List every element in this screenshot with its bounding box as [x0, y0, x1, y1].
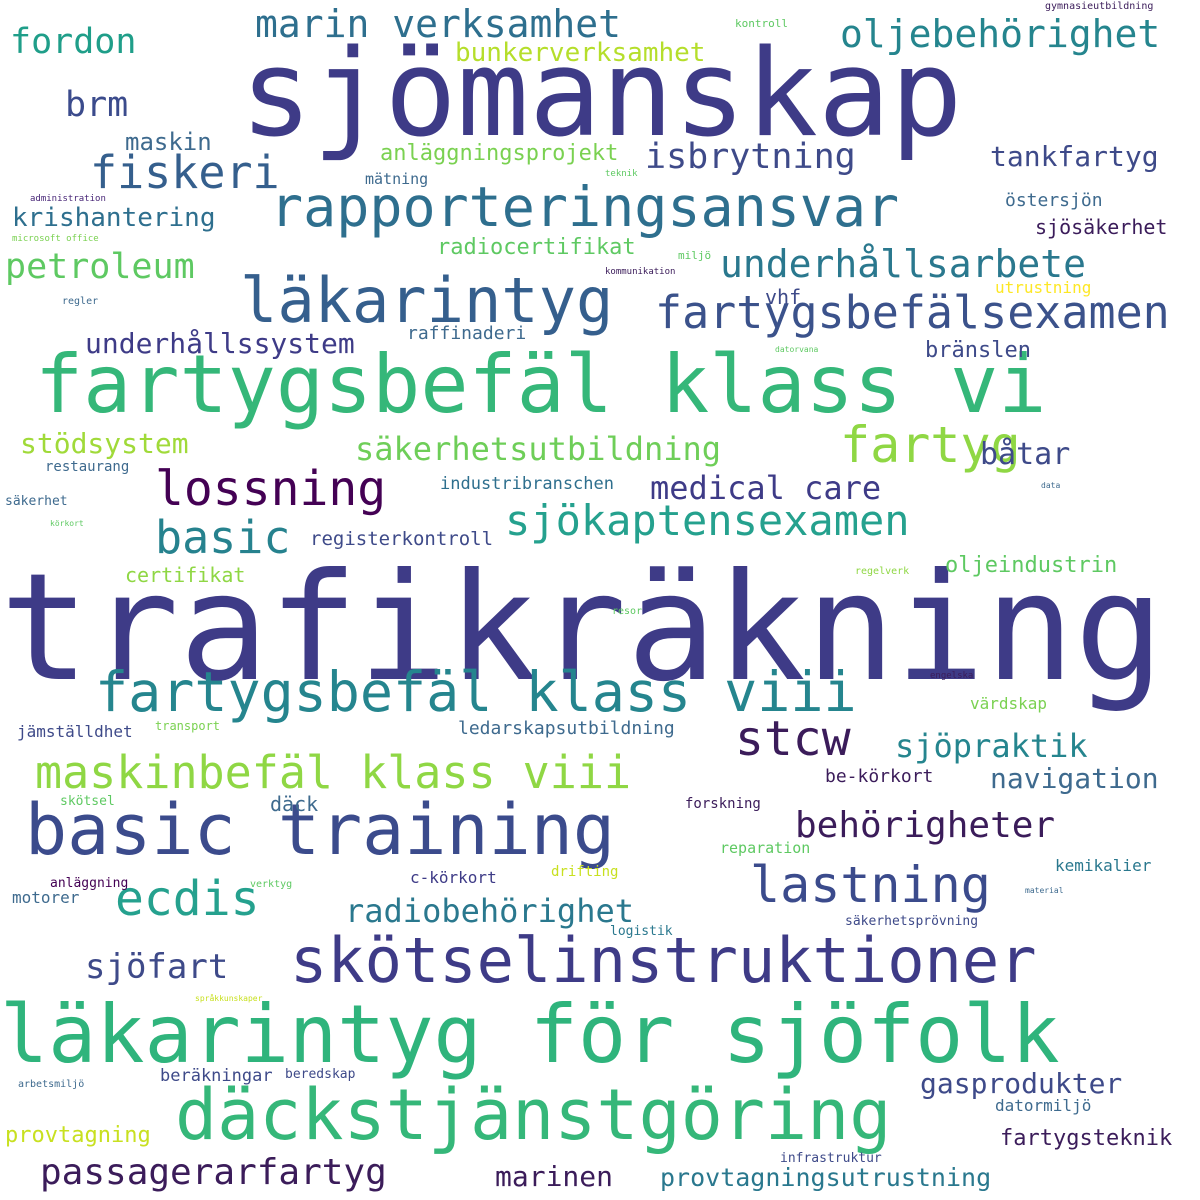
cloud-word: medical care	[650, 469, 882, 507]
cloud-word: oljeindustrin	[945, 553, 1118, 578]
cloud-word: c-körkort	[410, 868, 497, 887]
cloud-word: resor	[612, 606, 643, 617]
cloud-word: skötsel	[60, 794, 115, 809]
cloud-word: be-körkort	[825, 766, 934, 787]
cloud-word: regler	[62, 296, 99, 307]
cloud-word: däckstjänstgöring	[175, 1074, 892, 1156]
cloud-word: passagerarfartyg	[40, 1152, 387, 1193]
cloud-word: fordon	[10, 22, 137, 62]
cloud-word: läkarintyg för sjöfolk	[0, 988, 1060, 1081]
cloud-word: vhf	[765, 285, 802, 309]
cloud-word: säkerhet	[5, 494, 68, 509]
cloud-word: gymnasieutbildning	[1045, 1, 1154, 12]
cloud-word: sjöfart	[85, 947, 229, 987]
cloud-word: rapporteringsansvar	[270, 175, 900, 239]
cloud-word: bunkerverksamhet	[455, 38, 706, 68]
cloud-word: transport	[155, 719, 221, 733]
cloud-word: språkkunskaper	[195, 994, 263, 1003]
cloud-word: forskning	[685, 796, 761, 812]
cloud-word: däck	[270, 792, 319, 816]
cloud-word: underhållssystem	[85, 327, 355, 360]
cloud-word: värdskap	[970, 694, 1048, 713]
cloud-word: basic	[155, 511, 291, 564]
cloud-word: ledarskapsutbildning	[458, 718, 675, 739]
cloud-word: radiocertifikat	[437, 235, 636, 260]
cloud-word: navigation	[990, 762, 1159, 795]
cloud-word: petroleum	[5, 247, 195, 287]
cloud-word: sjösäkerhet	[1035, 215, 1168, 239]
cloud-word: motorer	[12, 888, 80, 907]
cloud-word: certifikat	[125, 563, 246, 587]
cloud-word: skötselinstruktioner	[290, 924, 1037, 997]
word-cloud: trafikräkning sjömanskap fartygsbefäl klas…	[0, 0, 1200, 1200]
cloud-word: gasprodukter	[920, 1067, 1123, 1100]
cloud-word: säkerhetsprövning	[845, 914, 979, 929]
cloud-word: industribranschen	[440, 474, 614, 494]
cloud-word: restaurang	[45, 459, 130, 475]
cloud-word: bränslen	[925, 338, 1031, 363]
cloud-word: datormiljö	[995, 1096, 1092, 1115]
cloud-word: båtar	[980, 437, 1071, 472]
cloud-word: administration	[30, 194, 106, 204]
cloud-word: sjöpraktik	[895, 727, 1088, 765]
cloud-word: maskin	[125, 128, 212, 156]
cloud-word: stcw	[735, 711, 851, 767]
cloud-word: miljö	[678, 249, 712, 262]
cloud-word: provtagning	[5, 1123, 151, 1148]
cloud-word: anläggningsprojekt	[380, 141, 619, 166]
cloud-word: data	[1041, 481, 1061, 490]
cloud-word: logistik	[610, 924, 673, 939]
cloud-word: lastning	[750, 856, 991, 914]
cloud-word: mätning	[365, 170, 429, 188]
cloud-word: fiskeri	[90, 146, 280, 199]
cloud-word: radiobehörighet	[345, 892, 634, 930]
cloud-word: kontroll	[735, 17, 788, 30]
cloud-word: isbrytning	[645, 137, 856, 177]
cloud-word: engelska	[930, 671, 974, 681]
cloud-word: registerkontroll	[310, 528, 494, 550]
cloud-word: raffinaderi	[407, 323, 527, 344]
cloud-word: marinen	[495, 1160, 614, 1193]
cloud-word: kommunikation	[605, 267, 676, 277]
cloud-word: lossning	[155, 461, 387, 517]
cloud-word: provtagningsutrustning	[660, 1163, 992, 1192]
cloud-word: fartygsteknik	[1000, 1126, 1173, 1151]
cloud-word: säkerhetsutbildning	[355, 430, 722, 468]
cloud-word: körkort	[50, 519, 84, 528]
cloud-word: infrastruktur	[780, 1151, 882, 1166]
cloud-word: teknik	[605, 169, 638, 179]
cloud-word: microsoft office	[12, 234, 99, 244]
cloud-word: stödsystem	[20, 427, 189, 460]
cloud-word: verktyg	[250, 879, 293, 890]
cloud-word: krishantering	[12, 203, 216, 233]
cloud-word: fartygsbefälsexamen	[655, 286, 1170, 339]
cloud-word: jämställdhet	[17, 722, 133, 741]
cloud-word: kemikalier	[1055, 856, 1152, 875]
cloud-word: behörigheter	[795, 805, 1056, 846]
cloud-word: maskinbefäl klass viii	[35, 746, 632, 799]
cloud-word: material	[1025, 886, 1064, 895]
cloud-word: ecdis	[115, 871, 260, 927]
cloud-word: datorvana	[775, 345, 819, 354]
cloud-word: drifting	[551, 864, 619, 880]
cloud-word: brm	[65, 85, 129, 125]
cloud-word: östersjön	[1005, 190, 1103, 211]
cloud-word: regelverk	[855, 566, 910, 577]
cloud-word: beräkningar	[160, 1066, 273, 1086]
cloud-word: beredskap	[285, 1067, 356, 1082]
cloud-word: oljebehörighet	[840, 12, 1161, 56]
cloud-word: tankfartyg	[990, 140, 1159, 173]
cloud-word: utrustning	[995, 278, 1092, 297]
cloud-word: reparation	[720, 839, 811, 857]
cloud-word: arbetsmiljö	[18, 1079, 85, 1090]
